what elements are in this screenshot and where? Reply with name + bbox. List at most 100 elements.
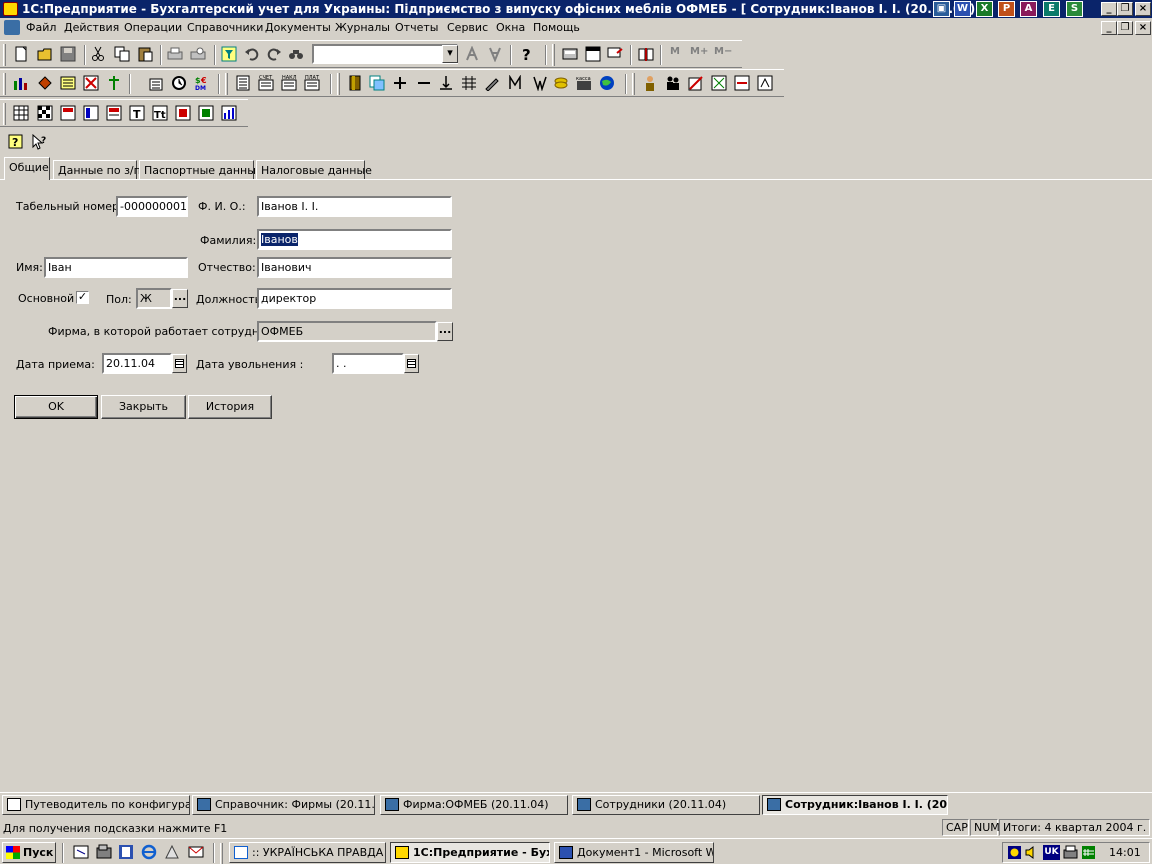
clock[interactable]: 14:01 — [1109, 846, 1141, 859]
copy-document-icon[interactable] — [369, 75, 385, 91]
tab-passport[interactable]: Паспортные данные — [139, 160, 263, 180]
employee-icon[interactable] — [642, 75, 658, 91]
undo-icon[interactable] — [244, 46, 260, 62]
form-help-icon[interactable]: ? — [8, 134, 24, 150]
main-checkbox[interactable]: ✓ — [76, 291, 89, 304]
coins-icon[interactable] — [553, 75, 569, 91]
start-button[interactable]: Пуск — [2, 842, 56, 863]
outlook-icon[interactable]: E — [1043, 1, 1060, 17]
subconto-card-icon[interactable] — [106, 105, 122, 121]
hire-date-input[interactable]: 20.11.04 — [102, 353, 172, 374]
save-icon[interactable] — [60, 46, 76, 62]
tab-general[interactable]: Общие — [4, 157, 50, 180]
word-icon[interactable]: W — [954, 1, 971, 17]
memory-button[interactable]: M — [670, 46, 684, 62]
menu-documents[interactable]: Документы — [265, 21, 331, 34]
sex-input[interactable]: Ж — [136, 288, 172, 309]
fio-input[interactable]: Іванов І. І. — [257, 196, 452, 217]
cut-icon[interactable] — [90, 46, 106, 62]
insert-row-icon[interactable] — [438, 75, 454, 91]
menu-windows[interactable]: Окна — [496, 21, 525, 34]
word-quick-icon[interactable] — [118, 844, 134, 860]
tray-app-icon[interactable] — [1081, 845, 1096, 860]
outlook-express-icon[interactable] — [188, 844, 204, 860]
employees-icon[interactable] — [665, 75, 681, 91]
menu-operations[interactable]: Операции — [124, 21, 182, 34]
text-report-icon[interactable]: T — [129, 105, 145, 121]
filter-icon[interactable] — [221, 46, 237, 62]
chess-sheet-icon[interactable] — [37, 105, 53, 121]
window-task-employees[interactable]: Сотрудники (20.11.04) — [572, 795, 760, 815]
explorer-icon[interactable] — [96, 844, 112, 860]
payment-icon[interactable]: ПЛАТ — [304, 75, 320, 91]
edit-icon[interactable] — [484, 75, 500, 91]
find-next-icon[interactable] — [464, 46, 480, 62]
sort-asc-icon[interactable] — [507, 75, 523, 91]
invoice-icon[interactable]: СЧЕТ — [258, 75, 274, 91]
excel-icon[interactable]: X — [976, 1, 993, 17]
search-combobox[interactable] — [312, 44, 458, 64]
window-task-firm[interactable]: Фирма:ОФМЕБ (20.11.04) — [380, 795, 568, 815]
doc-close-button[interactable]: × — [1135, 21, 1151, 35]
find-icon[interactable] — [288, 46, 304, 62]
printer-tray-icon[interactable] — [1063, 845, 1078, 860]
subconto-icon[interactable] — [83, 75, 99, 91]
hire-calendar-icon[interactable] — [172, 354, 187, 373]
close-form-button[interactable]: Закрыть — [101, 395, 186, 419]
sex-select-button[interactable]: ... — [172, 289, 188, 308]
redo-icon[interactable] — [266, 46, 282, 62]
show-desktop-icon[interactable] — [73, 844, 89, 860]
account-analysis-icon[interactable] — [83, 105, 99, 121]
hire-icon[interactable] — [688, 75, 704, 91]
doc-minimize-button[interactable]: _ — [1101, 21, 1117, 35]
menu-service[interactable]: Сервис — [447, 21, 488, 34]
firm-input[interactable]: ОФМЕБ — [257, 321, 437, 342]
chart-report-icon[interactable] — [221, 105, 237, 121]
calendar-icon[interactable] — [585, 46, 601, 62]
app-icon[interactable] — [3, 2, 18, 16]
tabel-number-input[interactable]: -000000001 — [116, 196, 188, 217]
text-report-2-icon[interactable]: Tt — [152, 105, 168, 121]
open-icon[interactable] — [37, 46, 53, 62]
surname-input[interactable]: Іванов — [257, 229, 452, 250]
find-prev-icon[interactable] — [487, 46, 503, 62]
waybill-icon[interactable]: НАКЛ — [281, 75, 297, 91]
access-icon[interactable]: A — [1020, 1, 1037, 17]
history-button[interactable]: История — [188, 395, 272, 419]
bookmark-icon[interactable] — [347, 75, 363, 91]
office-settings-icon[interactable]: S — [1066, 1, 1083, 17]
print-icon[interactable] — [167, 46, 183, 62]
menu-actions[interactable]: Действия — [64, 21, 119, 34]
fire-calendar-icon[interactable] — [404, 354, 419, 373]
turnover-sheet-icon[interactable] — [198, 105, 214, 121]
calculator-icon[interactable] — [562, 46, 578, 62]
tab-salary[interactable]: Данные по з/п — [53, 160, 141, 180]
report-icon[interactable] — [757, 75, 773, 91]
sort-desc-icon[interactable] — [531, 75, 547, 91]
powerpoint-icon[interactable]: P — [998, 1, 1015, 17]
restore-button[interactable]: ❐ — [1117, 2, 1133, 16]
tray-network-icon[interactable] — [1007, 845, 1022, 860]
table-icon[interactable] — [461, 75, 477, 91]
cash-register-icon[interactable]: касса — [576, 75, 592, 91]
journal-order-icon[interactable] — [175, 105, 191, 121]
tmc-icon[interactable] — [148, 75, 164, 91]
copy-icon[interactable] — [114, 46, 130, 62]
journal-icon[interactable] — [235, 75, 251, 91]
move-icon[interactable] — [711, 75, 727, 91]
window-task-guide[interactable]: Путеводитель по конфигурац... — [2, 795, 190, 815]
menu-reports[interactable]: Отчеты — [395, 21, 438, 34]
language-indicator[interactable]: UK — [1043, 845, 1060, 860]
add-icon[interactable] — [392, 75, 408, 91]
memory-subtract-button[interactable]: M− — [714, 46, 734, 62]
volume-icon[interactable] — [1024, 845, 1039, 860]
menu-file[interactable]: Файл — [26, 21, 56, 34]
chart-of-accounts-icon[interactable] — [13, 75, 29, 91]
fire-date-input[interactable]: . . — [332, 353, 404, 374]
firm-select-button[interactable]: ... — [437, 322, 453, 341]
constants-icon[interactable] — [37, 75, 53, 91]
exchange-rate-icon[interactable]: $ €DM — [194, 75, 210, 91]
task-word-document[interactable]: Документ1 - Microsoft W... — [554, 842, 714, 863]
menu-help[interactable]: Помощь — [533, 21, 580, 34]
currency-icon[interactable] — [106, 75, 122, 91]
